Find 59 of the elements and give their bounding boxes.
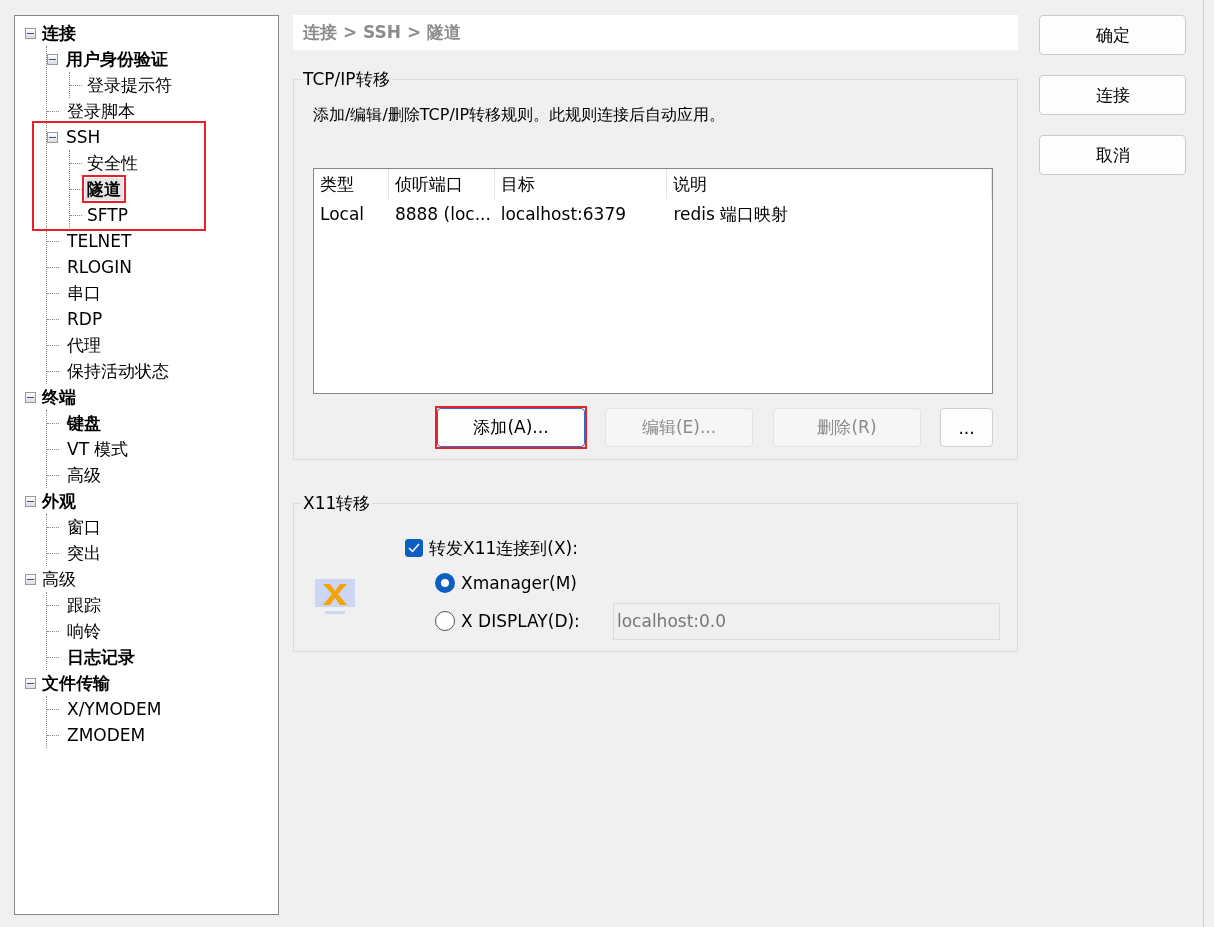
column-header[interactable]: 侦听端口 — [388, 169, 495, 199]
checkbox-label: 转发X11连接到(X): — [429, 536, 578, 560]
collapse-icon[interactable] — [25, 677, 36, 689]
tree-item[interactable]: VT 模式 — [65, 438, 131, 460]
tree-item[interactable]: 响铃 — [65, 620, 103, 642]
dialog-button[interactable]: 连接 — [1039, 75, 1186, 115]
breadcrumb: 连接 > SSH > 隧道 — [293, 15, 1018, 50]
group-title: X11转移 — [302, 492, 372, 515]
tree-item[interactable]: 安全性 — [85, 152, 140, 174]
column-header[interactable]: 说明 — [667, 169, 992, 199]
action-button[interactable]: ... — [940, 408, 993, 447]
tree-item[interactable]: 登录提示符 — [85, 74, 174, 96]
tree-item[interactable]: 高级 — [40, 568, 78, 590]
tree-item[interactable]: 跟踪 — [65, 594, 103, 616]
tree-item[interactable]: 保持活动状态 — [65, 360, 171, 382]
tree-item[interactable]: 文件传输 — [40, 672, 112, 694]
tree-item[interactable]: X/YMODEM — [65, 698, 164, 720]
tree-item[interactable]: 窗口 — [65, 516, 103, 538]
tree-item[interactable]: 突出 — [65, 542, 103, 564]
tree-item[interactable]: 串口 — [65, 282, 103, 304]
dialog-button[interactable]: 取消 — [1039, 135, 1186, 175]
radio-button[interactable] — [435, 573, 455, 593]
tree-item[interactable]: 登录脚本 — [65, 100, 137, 122]
table-cell-text: Local — [319, 204, 366, 224]
table-cell-text: redis 端口映射 — [672, 202, 790, 226]
tree-item[interactable]: ZMODEM — [65, 724, 148, 746]
collapse-icon[interactable] — [25, 495, 36, 507]
tree-item[interactable]: SSH — [64, 126, 103, 148]
radio-label: Xmanager(M) — [461, 573, 578, 593]
column-header[interactable]: 目标 — [494, 169, 668, 199]
group-title: TCP/IP转移 — [302, 68, 391, 91]
radio-button[interactable] — [435, 611, 455, 631]
tree-item[interactable]: 日志记录 — [65, 646, 137, 668]
radio-label: X DISPLAY(D): — [461, 611, 581, 631]
tree-item[interactable]: 外观 — [40, 490, 78, 512]
action-button[interactable]: 添加(A)... — [437, 408, 585, 447]
tree-item[interactable]: 终端 — [40, 386, 78, 408]
tree-item[interactable]: TELNET — [65, 230, 134, 252]
tree-item[interactable]: RLOGIN — [65, 256, 134, 278]
x-logo-icon — [313, 577, 357, 617]
tree-item[interactable]: 代理 — [65, 334, 103, 356]
collapse-icon[interactable] — [25, 27, 36, 39]
tree-item[interactable]: 连接 — [40, 22, 78, 44]
column-header[interactable]: 类型 — [314, 169, 389, 199]
collapse-icon[interactable] — [47, 131, 58, 143]
collapse-icon[interactable] — [47, 53, 58, 65]
tree-item[interactable]: RDP — [65, 308, 105, 330]
tree-item[interactable]: 用户身份验证 — [64, 48, 170, 70]
tree-item[interactable]: SFTP — [85, 204, 130, 226]
table-cell-text: localhost:6379 — [499, 204, 628, 224]
dialog-button[interactable]: 确定 — [1039, 15, 1186, 55]
tree-item[interactable]: 键盘 — [65, 412, 103, 434]
tree-item[interactable]: 隧道 — [85, 178, 123, 200]
tree-item[interactable]: 高级 — [65, 464, 103, 486]
table-cell-text: 8888 (loc... — [393, 204, 492, 224]
collapse-icon[interactable] — [25, 573, 36, 585]
collapse-icon[interactable] — [25, 391, 36, 403]
description-text: 添加/编辑/删除TCP/IP转移规则。此规则连接后自动应用。 — [313, 105, 727, 126]
checkbox[interactable] — [405, 539, 423, 557]
